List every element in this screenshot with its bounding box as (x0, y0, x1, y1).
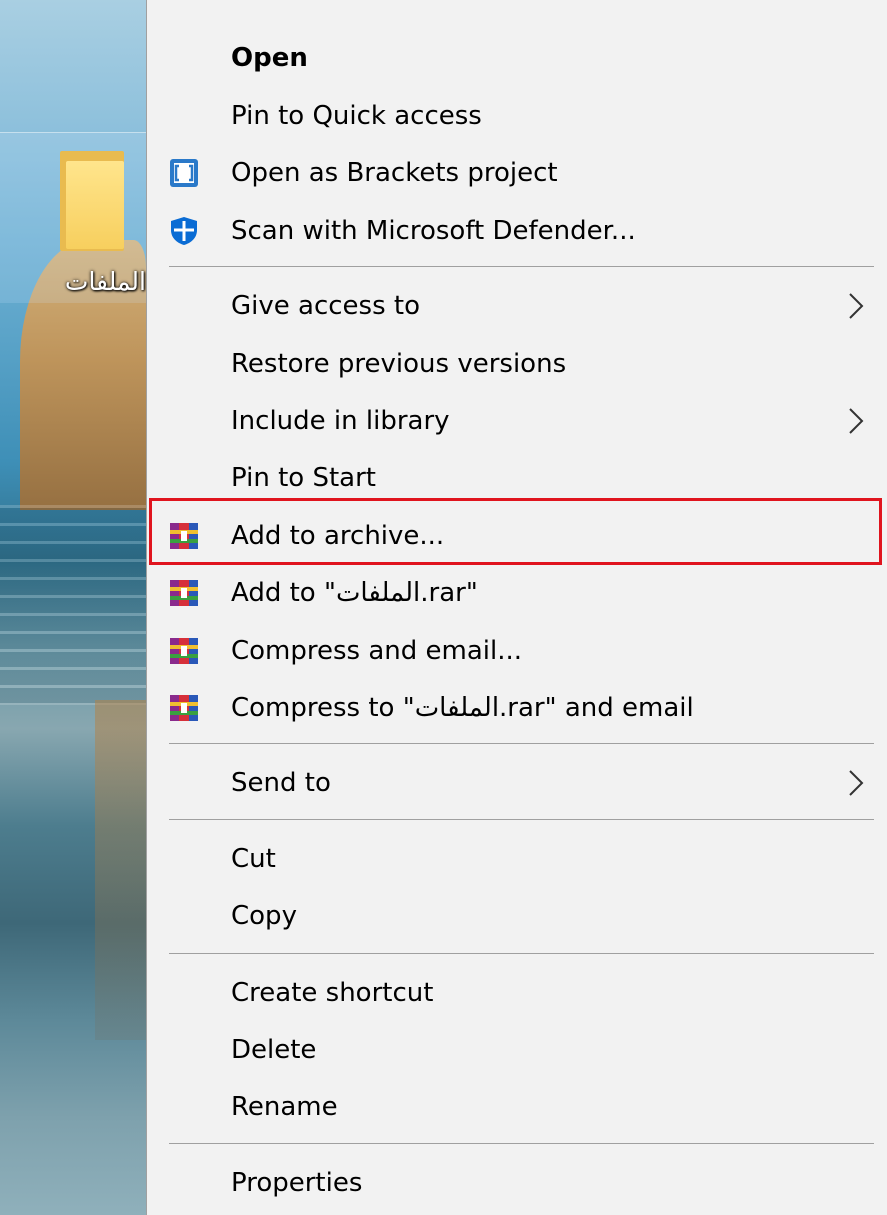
menu-item-restore-previous[interactable]: Restore previous versions (147, 336, 887, 392)
menu-item-delete[interactable]: Delete (147, 1022, 887, 1078)
menu-item-scan-defender[interactable]: Scan with Microsoft Defender... (147, 203, 887, 259)
chevron-right-icon (849, 293, 864, 319)
menu-separator (169, 1143, 874, 1144)
menu-item-cut[interactable]: Cut (147, 831, 887, 887)
menu-item-open-brackets[interactable]: Open as Brackets project (147, 145, 887, 201)
menu-item-label: Properties (231, 1168, 363, 1198)
menu-item-label: Give access to (231, 291, 420, 321)
menu-item-label: Open as Brackets project (231, 158, 558, 188)
folder-icon (60, 151, 124, 251)
winrar-icon (170, 695, 198, 721)
menu-item-label: Add to "الملفات.rar" (231, 578, 478, 608)
menu-item-give-access[interactable]: Give access to (147, 278, 887, 334)
desktop-background: الملفات (0, 0, 146, 1215)
menu-item-label: Send to (231, 768, 331, 798)
menu-item-label: Compress and email... (231, 636, 523, 666)
menu-item-send-to[interactable]: Send to (147, 755, 887, 811)
menu-item-label: Copy (231, 901, 297, 931)
menu-item-label: Delete (231, 1035, 317, 1065)
menu-item-add-to-rar[interactable]: Add to "الملفات.rar" (147, 565, 887, 621)
menu-separator (169, 266, 874, 267)
desktop-folder-label: الملفات (64, 267, 146, 296)
chevron-right-icon (849, 770, 864, 796)
menu-item-label: Cut (231, 844, 276, 874)
winrar-icon (170, 638, 198, 664)
winrar-icon (170, 580, 198, 606)
menu-item-label: Create shortcut (231, 978, 434, 1008)
menu-item-copy[interactable]: Copy (147, 888, 887, 944)
defender-shield-icon (171, 217, 197, 245)
wallpaper-reflection (95, 700, 146, 1040)
highlight-box (149, 498, 882, 565)
menu-item-label: Open (231, 43, 308, 73)
menu-item-properties[interactable]: Properties (147, 1155, 887, 1211)
menu-item-open[interactable]: Open (147, 30, 887, 86)
chevron-right-icon (849, 408, 864, 434)
menu-item-compress-to-rar-email[interactable]: Compress to "الملفات.rar" and email (147, 680, 887, 736)
menu-separator (169, 819, 874, 820)
menu-separator (169, 743, 874, 744)
menu-item-pin-quick-access[interactable]: Pin to Quick access (147, 88, 887, 144)
menu-item-include-library[interactable]: Include in library (147, 393, 887, 449)
menu-item-compress-email[interactable]: Compress and email... (147, 623, 887, 679)
menu-item-label: Rename (231, 1092, 338, 1122)
menu-item-rename[interactable]: Rename (147, 1079, 887, 1135)
desktop-folder-item[interactable]: الملفات (0, 132, 146, 303)
menu-separator (169, 953, 874, 954)
wallpaper-waves (0, 505, 146, 705)
menu-item-create-shortcut[interactable]: Create shortcut (147, 965, 887, 1021)
menu-item-label: Compress to "الملفات.rar" and email (231, 693, 694, 723)
brackets-icon (170, 159, 198, 187)
menu-item-label: Include in library (231, 406, 450, 436)
menu-item-label: Scan with Microsoft Defender... (231, 216, 636, 246)
context-menu: Open Pin to Quick access Open as Bracket… (146, 0, 887, 1215)
menu-item-label: Restore previous versions (231, 349, 567, 379)
menu-item-label: Pin to Quick access (231, 101, 482, 131)
